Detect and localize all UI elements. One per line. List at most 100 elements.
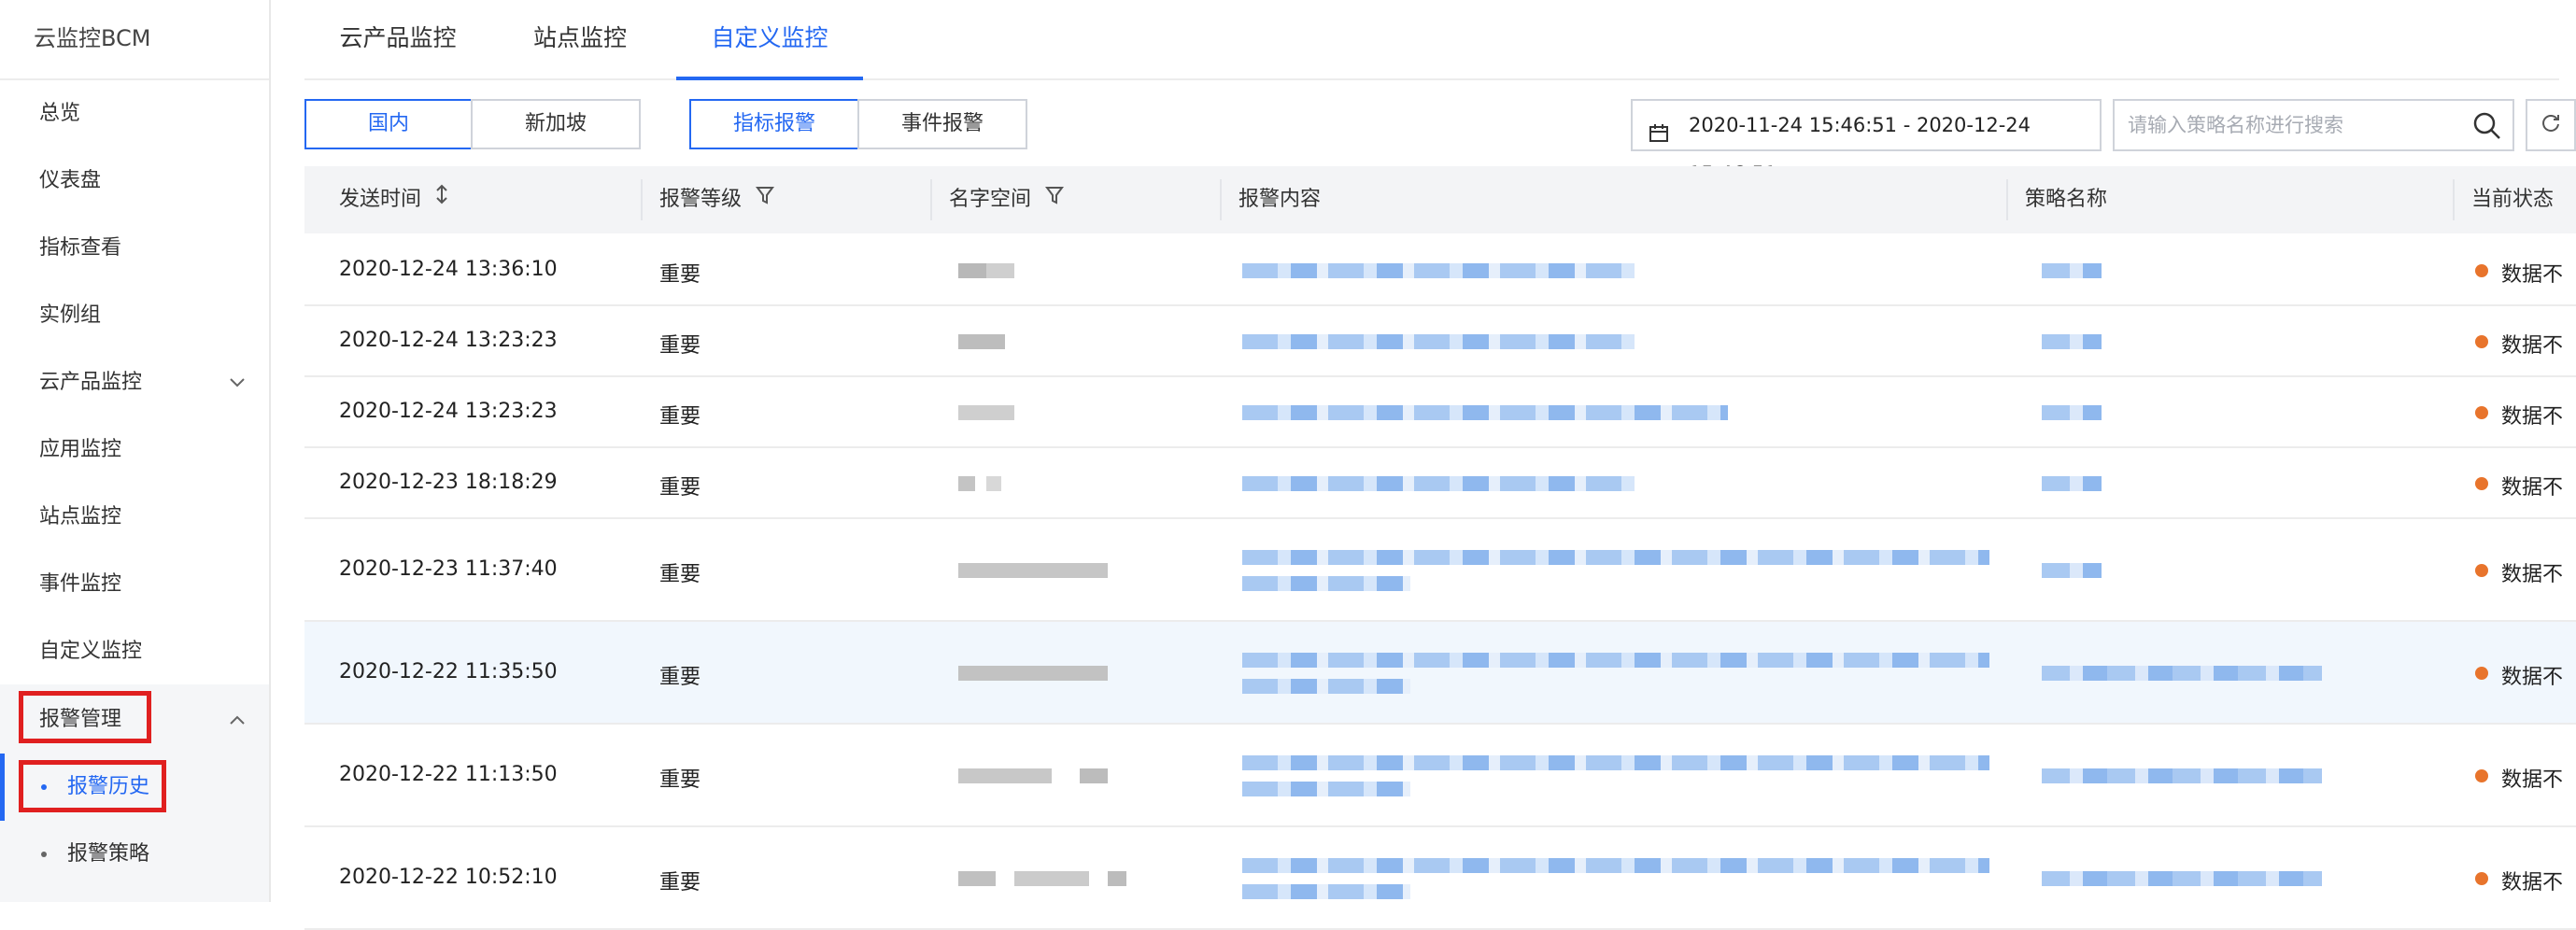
sidebar-item-label: 自定义监控 bbox=[39, 640, 143, 663]
status-dot-icon bbox=[2475, 872, 2488, 885]
table-row[interactable]: 2020-12-22 11:35:50 重要 数据不 bbox=[304, 622, 2576, 725]
cell-status: 数据不 bbox=[2501, 405, 2564, 429]
column-header-level[interactable]: 报警等级 bbox=[659, 166, 775, 233]
tab-cloud-product-monitor[interactable]: 云产品监控 bbox=[304, 0, 491, 80]
cell-status: 数据不 bbox=[2501, 871, 2564, 895]
chevron-up-icon bbox=[226, 686, 248, 754]
column-divider bbox=[2453, 179, 2455, 220]
redacted-policy-name bbox=[2042, 263, 2102, 278]
cell-send-time: 2020-12-22 11:13:50 bbox=[339, 763, 558, 786]
redacted-content bbox=[1242, 405, 1728, 420]
sidebar-item-overview[interactable]: 总览 bbox=[0, 80, 269, 148]
table-row[interactable]: 2020-12-22 10:52:10 重要 数据不 bbox=[304, 827, 2576, 930]
sidebar-item-custom-monitor[interactable]: 自定义监控 bbox=[0, 618, 269, 685]
sidebar-item-label: 指标查看 bbox=[39, 236, 122, 260]
redacted-namespace bbox=[986, 263, 1014, 278]
region-singapore-button[interactable]: 新加坡 bbox=[471, 99, 641, 149]
column-header-label: 报警等级 bbox=[659, 188, 743, 211]
filter-icon[interactable] bbox=[1045, 166, 1065, 233]
column-header-label: 名字空间 bbox=[949, 188, 1032, 211]
cell-level: 重要 bbox=[659, 263, 701, 287]
sidebar-item-label: 站点监控 bbox=[39, 505, 122, 528]
sidebar-item-alarm-management[interactable]: 报警管理 bbox=[0, 686, 269, 754]
sidebar-subitem-alarm-policy[interactable]: 报警策略 bbox=[0, 821, 269, 888]
redacted-content bbox=[1242, 334, 1635, 349]
table-row[interactable]: 2020-12-24 13:36:10 重要 数据不 bbox=[304, 235, 2576, 306]
sort-icon[interactable] bbox=[435, 166, 448, 233]
sidebar-item-site-monitor[interactable]: 站点监控 bbox=[0, 484, 269, 551]
sidebar-item-app-monitor[interactable]: 应用监控 bbox=[0, 416, 269, 484]
redacted-namespace bbox=[1080, 768, 1108, 783]
sidebar-subitem-label: 报警策略 bbox=[67, 842, 150, 866]
sidebar-item-dashboard[interactable]: 仪表盘 bbox=[0, 148, 269, 215]
redacted-content bbox=[1242, 858, 1989, 873]
column-divider bbox=[2006, 179, 2008, 220]
cell-status: 数据不 bbox=[2501, 334, 2564, 358]
redacted-namespace bbox=[1108, 871, 1126, 886]
cell-send-time: 2020-12-24 13:23:23 bbox=[339, 400, 558, 423]
column-divider bbox=[1220, 179, 1222, 220]
metric-alarm-button[interactable]: 指标报警 bbox=[689, 99, 859, 149]
column-divider bbox=[930, 179, 932, 220]
sidebar-subitem-alarm-history[interactable]: 报警历史 bbox=[0, 754, 269, 821]
redacted-policy-name bbox=[2042, 871, 2322, 886]
column-header-namespace[interactable]: 名字空间 bbox=[949, 166, 1065, 233]
cell-send-time: 2020-12-22 11:35:50 bbox=[339, 660, 558, 683]
date-range-picker[interactable]: 2020-11-24 15:46:51 - 2020-12-24 15:46:5… bbox=[1631, 99, 2102, 185]
sidebar-item-event-monitor[interactable]: 事件监控 bbox=[0, 551, 269, 618]
redacted-namespace bbox=[958, 871, 996, 886]
app-title: 云监控BCM bbox=[0, 0, 269, 80]
status-dot-icon bbox=[2475, 769, 2488, 782]
redacted-content bbox=[1242, 884, 1410, 899]
sidebar-item-label: 应用监控 bbox=[39, 438, 122, 461]
cell-send-time: 2020-12-24 13:23:23 bbox=[339, 329, 558, 352]
redacted-namespace bbox=[958, 334, 1005, 349]
table-row[interactable]: 2020-12-23 11:37:40 重要 数据不 bbox=[304, 519, 2576, 622]
sidebar-item-label: 总览 bbox=[39, 102, 81, 125]
table-row[interactable]: 2020-12-24 13:23:23 重要 数据不 bbox=[304, 377, 2576, 448]
status-dot-icon bbox=[2475, 406, 2488, 419]
calendar-icon bbox=[1648, 114, 1670, 162]
cell-send-time: 2020-12-22 10:52:10 bbox=[339, 866, 558, 889]
policy-search-input[interactable] bbox=[2115, 101, 2451, 149]
column-header-label: 策略名称 bbox=[2025, 188, 2108, 211]
redacted-content bbox=[1242, 476, 1635, 491]
cell-send-time: 2020-12-24 13:36:10 bbox=[339, 258, 558, 281]
column-header-label: 报警内容 bbox=[1238, 188, 1322, 211]
table-row[interactable]: 2020-12-23 18:18:29 重要 数据不 bbox=[304, 448, 2576, 519]
region-domestic-button[interactable]: 国内 bbox=[304, 99, 473, 149]
refresh-icon bbox=[2540, 112, 2562, 138]
filter-icon[interactable] bbox=[756, 166, 775, 233]
tab-site-monitor[interactable]: 站点监控 bbox=[510, 0, 650, 80]
tab-custom-monitor[interactable]: 自定义监控 bbox=[676, 0, 863, 80]
redacted-namespace bbox=[958, 476, 975, 491]
redacted-content bbox=[1242, 755, 1989, 770]
cell-status: 数据不 bbox=[2501, 263, 2564, 287]
redacted-namespace bbox=[1014, 871, 1089, 886]
redacted-content bbox=[1242, 653, 1989, 668]
column-header-send-time[interactable]: 发送时间 bbox=[339, 166, 448, 233]
redacted-namespace bbox=[986, 476, 1001, 491]
column-header-status: 当前状态 bbox=[2471, 166, 2554, 233]
sidebar-subitem-label: 报警历史 bbox=[67, 775, 150, 798]
sidebar-item-cloud-product-monitor[interactable]: 云产品监控 bbox=[0, 349, 269, 416]
tab-bar: 云产品监控 站点监控 自定义监控 bbox=[304, 0, 2559, 80]
table-row[interactable]: 2020-12-22 11:13:50 重要 数据不 bbox=[304, 725, 2576, 827]
event-alarm-button[interactable]: 事件报警 bbox=[857, 99, 1027, 149]
status-dot-icon bbox=[2475, 335, 2488, 348]
redacted-policy-name bbox=[2042, 476, 2102, 491]
sidebar-item-instance-group[interactable]: 实例组 bbox=[0, 282, 269, 349]
cell-status: 数据不 bbox=[2501, 768, 2564, 792]
cell-level: 重要 bbox=[659, 666, 701, 689]
table-row[interactable]: 2020-12-24 13:23:23 重要 数据不 bbox=[304, 306, 2576, 377]
redacted-policy-name bbox=[2042, 666, 2322, 681]
bullet-icon bbox=[41, 852, 47, 857]
refresh-button[interactable] bbox=[2526, 99, 2576, 151]
sidebar-item-label: 仪表盘 bbox=[39, 169, 102, 192]
column-header-label: 发送时间 bbox=[339, 188, 422, 211]
sidebar-item-label: 事件监控 bbox=[39, 572, 122, 596]
redacted-namespace bbox=[958, 405, 1014, 420]
search-icon[interactable] bbox=[2471, 110, 2503, 146]
cell-level: 重要 bbox=[659, 563, 701, 586]
sidebar-item-metrics[interactable]: 指标查看 bbox=[0, 215, 269, 282]
